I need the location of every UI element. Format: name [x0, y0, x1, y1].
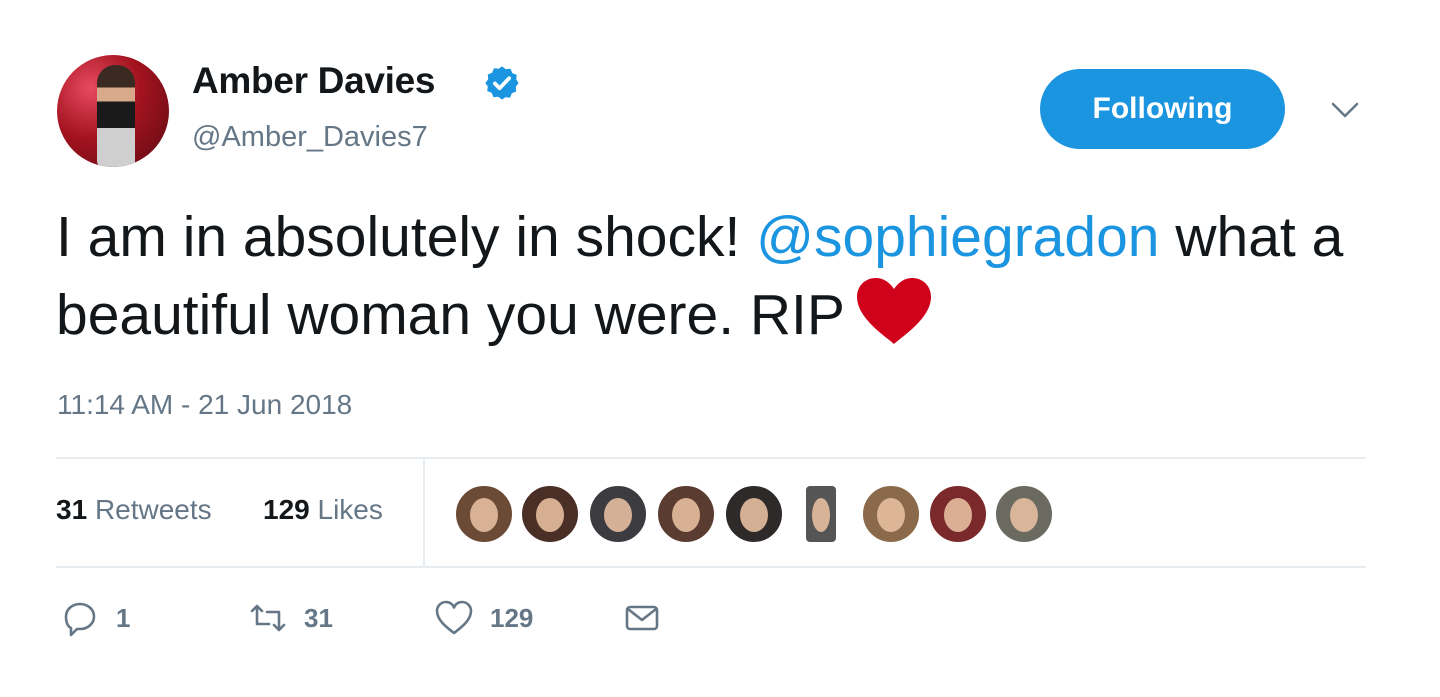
- liker-avatar[interactable]: [804, 484, 838, 544]
- retweet-count: 31: [304, 602, 333, 633]
- tweet-text-part: I am in absolutely in shock!: [56, 205, 757, 269]
- retweets-stat[interactable]: 31 Retweets: [56, 494, 212, 526]
- likes-stat[interactable]: 129 Likes: [263, 494, 383, 526]
- liker-avatar[interactable]: [520, 484, 580, 544]
- tweet-timestamp[interactable]: 11:14 AM - 21 Jun 2018: [57, 389, 352, 421]
- divider: [56, 566, 1366, 568]
- retweet-icon: [250, 604, 286, 632]
- like-count: 129: [490, 602, 534, 633]
- liker-avatar[interactable]: [928, 484, 988, 544]
- author-display-name[interactable]: Amber Davies: [192, 60, 435, 102]
- mention-link[interactable]: @sophiegradon: [756, 205, 1159, 269]
- retweet-button[interactable]: 31: [248, 598, 333, 638]
- likes-stat-count: 129: [263, 494, 310, 525]
- author-handle[interactable]: @Amber_Davies7: [192, 121, 428, 154]
- tweet-actions: 1 31 129: [0, 598, 1440, 648]
- likes-stat-label: Likes: [317, 494, 383, 525]
- avatar-figure: [97, 65, 135, 167]
- author-avatar[interactable]: [57, 55, 169, 167]
- liker-avatar[interactable]: [588, 484, 648, 544]
- like-button[interactable]: 129: [434, 598, 533, 638]
- reply-button[interactable]: 1: [60, 598, 130, 638]
- liker-avatar[interactable]: [994, 484, 1054, 544]
- tweet-text: I am in absolutely in shock! @sophiegrad…: [56, 198, 1396, 354]
- direct-message-button[interactable]: [622, 598, 662, 638]
- liker-avatar[interactable]: [656, 484, 716, 544]
- red-heart-icon: [856, 278, 931, 344]
- stats-divider: [423, 459, 425, 566]
- chevron-down-icon[interactable]: [1328, 96, 1362, 124]
- heart-outline-icon: [435, 600, 473, 635]
- reply-count: 1: [116, 602, 131, 633]
- reply-icon: [64, 602, 96, 637]
- divider: [56, 457, 1366, 459]
- verified-badge-icon: [485, 66, 519, 100]
- retweets-stat-count: 31: [56, 494, 88, 525]
- liker-avatar[interactable]: [861, 484, 921, 544]
- envelope-icon: [625, 605, 659, 631]
- following-button[interactable]: Following: [1040, 69, 1285, 149]
- liker-avatar[interactable]: [724, 484, 784, 544]
- retweets-stat-label: Retweets: [94, 494, 212, 525]
- liker-avatar[interactable]: [454, 484, 514, 544]
